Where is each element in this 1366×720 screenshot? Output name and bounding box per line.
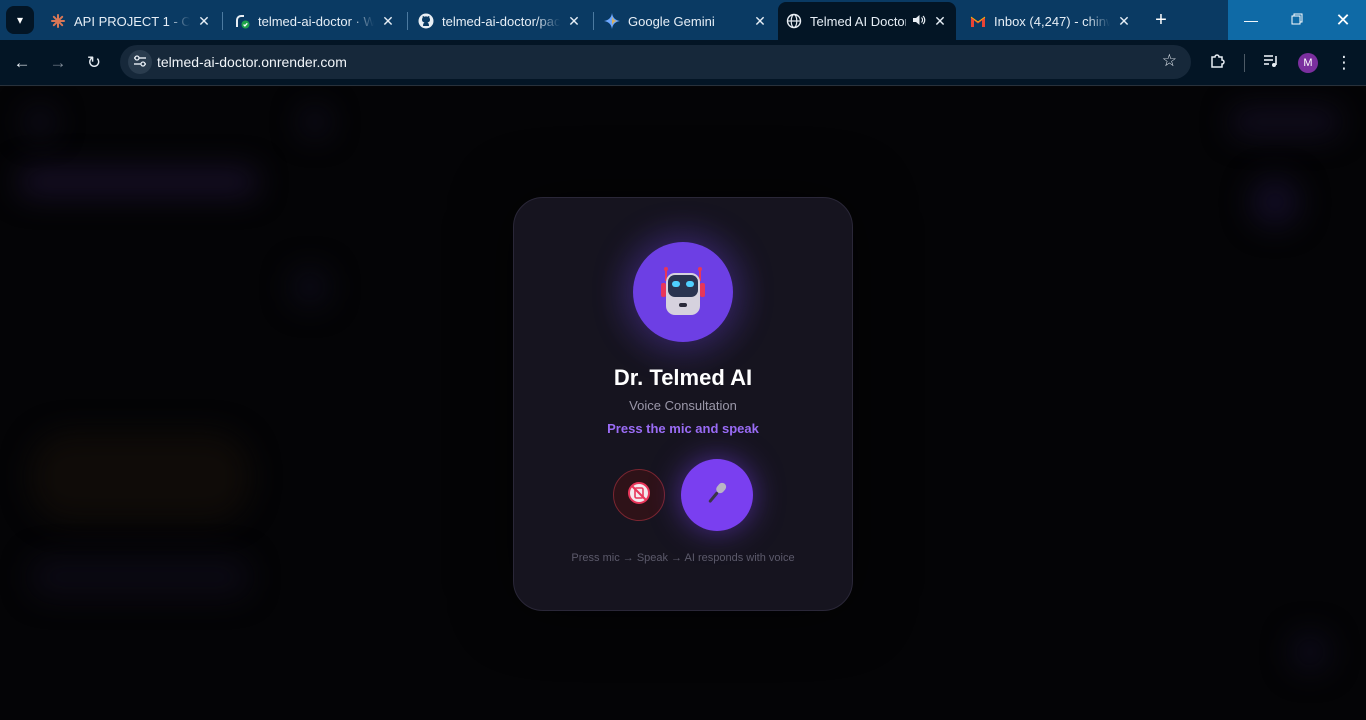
background-blur	[1250, 177, 1300, 227]
minimize-icon: —	[1244, 12, 1258, 28]
claude-icon	[50, 13, 66, 29]
minimize-button[interactable]: —	[1228, 0, 1274, 40]
back-button[interactable]: ←	[8, 49, 36, 77]
arrow-right-icon: →	[49, 53, 67, 72]
usage-instructions: Press mic → Speak → AI responds with voi…	[571, 552, 795, 564]
background-blur	[300, 107, 330, 137]
restore-icon	[1291, 12, 1303, 28]
consultation-card: Dr. Telmed AI Voice Consultation Press t…	[513, 197, 853, 611]
tab-title: telmed-ai-doctor/package.json	[442, 13, 560, 29]
tab-title: API PROJECT 1 - Claude	[74, 13, 190, 29]
robot-avatar	[633, 242, 733, 342]
site-info-button[interactable]	[128, 50, 152, 74]
new-tab-button[interactable]: +	[1148, 8, 1174, 32]
tab-gmail[interactable]: Inbox (4,247) - chinwe ✕	[962, 6, 1140, 36]
forward-button[interactable]: →	[44, 49, 72, 77]
url-text[interactable]: telmed-ai-doctor.onrender.com	[157, 54, 347, 70]
background-blur	[25, 107, 55, 137]
reload-icon: ↻	[86, 53, 102, 72]
github-icon	[418, 13, 434, 29]
close-icon: ✕	[1335, 9, 1351, 30]
close-icon[interactable]: ✕	[752, 13, 768, 30]
close-icon[interactable]: ✕	[196, 13, 212, 30]
tune-icon	[133, 54, 147, 70]
background-blur	[290, 267, 330, 307]
toolbar-divider	[1244, 54, 1245, 72]
tab-separator	[593, 12, 594, 30]
queue-music-icon	[1263, 53, 1279, 73]
star-icon[interactable]: ☆	[1162, 51, 1177, 71]
background-blur	[30, 557, 250, 597]
background-blur	[1290, 632, 1330, 672]
tab-title: telmed-ai-doctor · Web Service	[258, 13, 374, 29]
tab-search-button[interactable]: ▾	[6, 6, 34, 34]
more-vert-icon: ⋮	[1335, 53, 1353, 72]
page-content: Dr. Telmed AI Voice Consultation Press t…	[0, 87, 1366, 720]
tab-separator	[407, 12, 408, 30]
close-icon[interactable]: ✕	[1116, 13, 1132, 30]
gmail-icon	[970, 13, 986, 29]
tab-title: Telmed AI Doctor	[810, 13, 906, 29]
menu-button[interactable]: ⋮	[1330, 49, 1358, 77]
tab-github[interactable]: telmed-ai-doctor/package.json ✕	[410, 6, 590, 36]
close-icon[interactable]: ✕	[566, 13, 582, 30]
tab-title: Google Gemini	[628, 13, 715, 29]
chevron-down-icon: ▾	[16, 13, 24, 27]
address-bar[interactable]: telmed-ai-doctor.onrender.com ☆	[120, 45, 1191, 79]
plus-icon: +	[1155, 8, 1167, 31]
arrow-left-icon: ←	[13, 53, 31, 72]
microphone-icon	[702, 478, 732, 513]
close-icon[interactable]: ✕	[932, 13, 948, 30]
mute-icon	[627, 481, 651, 510]
microphone-button[interactable]	[681, 459, 753, 531]
tab-claude[interactable]: API PROJECT 1 - Claude ✕	[42, 6, 220, 36]
tab-title: Inbox (4,247) - chinwe	[994, 13, 1110, 29]
consultation-subtitle: Voice Consultation	[629, 398, 737, 413]
tab-telmed-active[interactable]: Telmed AI Doctor ✕	[778, 2, 956, 40]
doctor-name: Dr. Telmed AI	[613, 365, 753, 390]
tab-strip: ▾ API PROJECT 1 - Claude ✕ telmed-ai-doc…	[0, 0, 1366, 40]
close-icon[interactable]: ✕	[380, 13, 396, 30]
tab-separator	[222, 12, 223, 30]
stop-speaking-button[interactable]	[613, 469, 665, 521]
tab-render[interactable]: telmed-ai-doctor · Web Service ✕	[226, 6, 404, 36]
restore-button[interactable]	[1274, 0, 1320, 40]
profile-avatar[interactable]: M	[1298, 53, 1318, 73]
mic-hint: Press the mic and speak	[607, 421, 759, 436]
puzzle-icon	[1209, 52, 1227, 75]
close-window-button[interactable]: ✕	[1320, 0, 1366, 40]
browser-toolbar: ← → ↻ telmed-ai-doctor.onrender.com ☆ M …	[0, 40, 1366, 86]
globe-icon	[786, 13, 802, 29]
tab-gemini[interactable]: Google Gemini ✕	[596, 6, 776, 36]
background-blur	[18, 167, 258, 197]
background-blur	[30, 432, 250, 522]
media-control-button[interactable]	[1257, 49, 1285, 77]
extensions-button[interactable]	[1204, 49, 1232, 77]
speaker-icon[interactable]	[912, 13, 926, 30]
reload-button[interactable]: ↻	[80, 49, 108, 77]
render-icon	[234, 13, 250, 29]
background-blur	[1230, 107, 1340, 137]
robot-icon	[656, 263, 710, 322]
gemini-icon	[604, 13, 620, 29]
